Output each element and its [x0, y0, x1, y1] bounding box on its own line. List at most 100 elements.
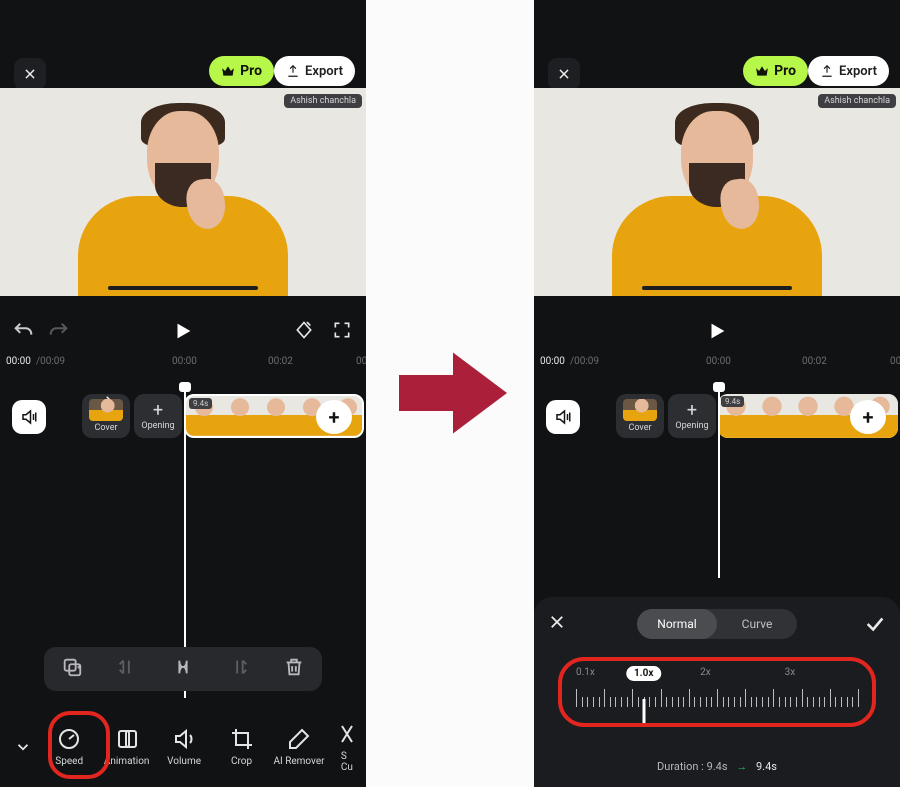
clip-action-strip	[44, 647, 322, 691]
play-button[interactable]	[172, 320, 194, 346]
playback-controls	[0, 296, 366, 352]
timeline[interactable]: Cover + Opening 9.4s +	[534, 378, 900, 458]
speed-marks: 0.1x 2x 3x 1.0x	[576, 667, 858, 681]
crop-tab[interactable]: Crop	[213, 727, 270, 767]
speed-current-pill: 1.0x	[626, 666, 661, 681]
opening-label: Opening	[141, 421, 174, 431]
ruler-mark: 00:00	[706, 356, 731, 367]
speed-mode-normal[interactable]: Normal	[637, 609, 717, 639]
pro-button[interactable]: Pro	[743, 56, 808, 86]
pro-label: Pro	[774, 63, 796, 79]
fullscreen-button[interactable]	[332, 320, 352, 344]
split-right-button[interactable]	[228, 656, 250, 682]
playhead[interactable]	[718, 382, 720, 578]
ruler-mark: 00:02	[802, 356, 827, 367]
speed-mark: 2x	[700, 667, 711, 678]
close-button[interactable]	[548, 58, 580, 90]
export-button[interactable]: Export	[808, 56, 889, 86]
animation-icon	[115, 727, 139, 751]
ai-remover-tab[interactable]: AI Remover	[270, 727, 327, 767]
top-bar: Pro Export	[534, 0, 900, 88]
speed-slider[interactable]: 0.1x 2x 3x 1.0x	[558, 657, 876, 727]
cover-chip[interactable]: Cover	[82, 394, 130, 438]
preview-figure	[627, 101, 807, 296]
plus-icon: +	[687, 402, 697, 420]
speed-panel: Normal Curve 0.1x 2x 3x 1.0x Duration : …	[534, 597, 900, 787]
delete-button[interactable]	[283, 656, 305, 682]
speed-icon	[57, 727, 81, 751]
close-icon	[557, 67, 571, 81]
opening-label: Opening	[675, 421, 708, 431]
audio-toggle-button[interactable]	[12, 400, 46, 434]
timeline-ruler: 00:00 /00:09 00:00 00:02 00:04	[0, 352, 366, 378]
ai-remover-label: AI Remover	[273, 756, 324, 767]
split-left-button[interactable]	[116, 656, 138, 682]
split-left-icon	[116, 656, 138, 678]
play-icon	[706, 320, 728, 342]
split-button[interactable]	[172, 656, 194, 682]
fullscreen-icon	[332, 320, 352, 340]
speed-label: Speed	[55, 756, 83, 767]
video-preview[interactable]: Ashish chanchla	[534, 88, 900, 296]
collapse-toolbar-button[interactable]	[6, 729, 40, 765]
crop-label: Crop	[231, 756, 252, 767]
timeline-ruler: 00:00 /00:09 00:00 00:02 00:04	[534, 352, 900, 378]
chevron-down-icon	[14, 738, 32, 756]
clip-source-tag: Ashish chanchla	[818, 94, 896, 108]
close-icon	[548, 613, 566, 631]
clip-duration-tag: 9.4s	[721, 396, 744, 407]
copy-button[interactable]	[61, 656, 83, 682]
home-indicator	[108, 286, 258, 290]
ruler-mark: 00:04	[890, 356, 900, 367]
current-time: 00:00	[6, 356, 31, 367]
eraser-icon	[287, 727, 311, 751]
undo-button[interactable]	[12, 320, 34, 346]
audio-icon	[20, 408, 38, 426]
total-duration: /00:09	[36, 356, 65, 367]
ruler-mark: 00:02	[268, 356, 293, 367]
volume-tab[interactable]: Volume	[155, 727, 212, 767]
opening-chip[interactable]: + Opening	[134, 394, 182, 438]
home-indicator	[642, 286, 792, 290]
upload-icon	[820, 64, 834, 78]
smart-cut-tab[interactable]: S Cu	[328, 722, 366, 773]
timeline[interactable]: Cover + Opening 9.4s +	[0, 378, 366, 458]
check-icon	[864, 613, 886, 635]
pro-button[interactable]: Pro	[209, 56, 274, 86]
total-duration: /00:09	[570, 356, 599, 367]
add-clip-button[interactable]: +	[850, 400, 886, 434]
duration-label: Duration :	[657, 760, 704, 773]
animation-label: Animation	[104, 756, 150, 767]
crop-icon	[230, 727, 254, 751]
speed-mode-curve[interactable]: Curve	[717, 609, 797, 639]
ruler-mark: 00:04	[356, 356, 366, 367]
playback-controls	[534, 296, 900, 352]
keyframe-button[interactable]	[294, 320, 314, 344]
speed-confirm-button[interactable]	[864, 613, 886, 639]
add-clip-button[interactable]: +	[316, 400, 352, 434]
animation-tab[interactable]: Animation	[98, 727, 155, 767]
pro-label: Pro	[240, 63, 262, 79]
volume-label: Volume	[167, 756, 201, 767]
redo-button[interactable]	[48, 320, 70, 346]
export-button[interactable]: Export	[274, 56, 355, 86]
opening-chip[interactable]: + Opening	[668, 394, 716, 438]
clip-duration-tag: 9.4s	[189, 398, 212, 409]
close-button[interactable]	[14, 58, 46, 90]
cover-chip[interactable]: Cover	[616, 394, 664, 438]
play-icon	[172, 320, 194, 342]
smart-cut-label: S Cu	[341, 751, 353, 773]
plus-icon: +	[153, 402, 163, 420]
speed-tab[interactable]: Speed	[40, 727, 97, 767]
audio-toggle-button[interactable]	[546, 400, 580, 434]
editor-screen-before: Pro Export Ashish chanchla 00:00 /00:09 …	[0, 0, 366, 787]
cover-label: Cover	[628, 423, 651, 433]
speed-close-button[interactable]	[548, 613, 566, 635]
video-preview[interactable]: Ashish chanchla	[0, 88, 366, 296]
volume-icon	[172, 727, 196, 751]
copy-icon	[61, 656, 83, 678]
speed-ticks	[576, 685, 858, 713]
export-label: Export	[305, 64, 343, 79]
speed-mark: 3x	[785, 667, 796, 678]
play-button[interactable]	[706, 320, 728, 346]
